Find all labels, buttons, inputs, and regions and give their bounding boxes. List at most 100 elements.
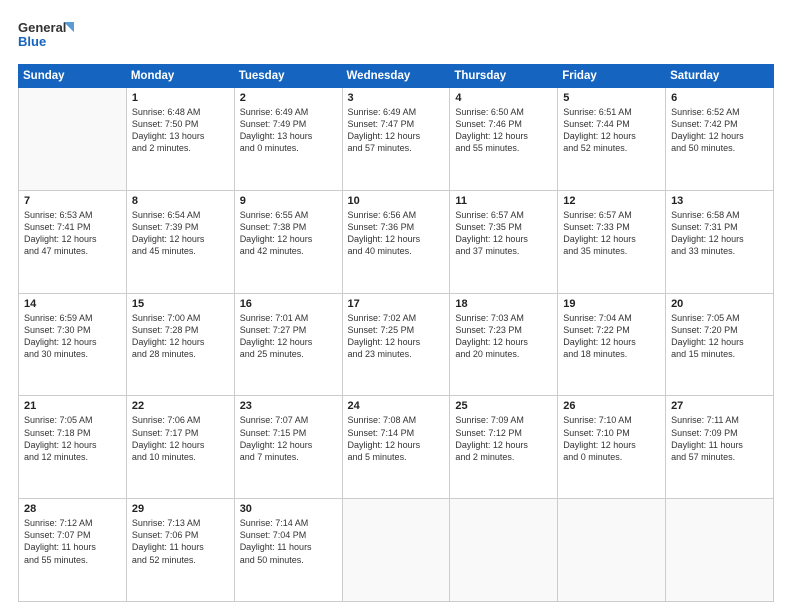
day-number: 8 bbox=[132, 195, 229, 207]
day-number: 4 bbox=[455, 92, 552, 104]
day-info: Sunrise: 7:02 AM Sunset: 7:25 PM Dayligh… bbox=[348, 312, 445, 361]
day-number: 13 bbox=[671, 195, 768, 207]
day-number: 5 bbox=[563, 92, 660, 104]
weekday-header-sunday: Sunday bbox=[19, 65, 127, 88]
day-number: 16 bbox=[240, 298, 337, 310]
day-info: Sunrise: 6:49 AM Sunset: 7:47 PM Dayligh… bbox=[348, 106, 445, 155]
day-info: Sunrise: 6:50 AM Sunset: 7:46 PM Dayligh… bbox=[455, 106, 552, 155]
calendar-cell: 1Sunrise: 6:48 AM Sunset: 7:50 PM Daylig… bbox=[126, 88, 234, 191]
calendar-cell bbox=[19, 88, 127, 191]
calendar-cell: 13 Sunrise: 6:58 AM Sunset: 7:31 PM Dayli… bbox=[666, 190, 774, 293]
day-info: Sunrise: 6:49 AM Sunset: 7:49 PM Dayligh… bbox=[240, 106, 337, 155]
calendar-cell: 17 Sunrise: 7:02 AM Sunset: 7:25 PM Dayli… bbox=[342, 293, 450, 396]
day-info: Sunrise: 7:07 AM Sunset: 7:15 PM Dayligh… bbox=[240, 414, 337, 463]
calendar-cell: 21Sunrise: 7:05 AM Sunset: 7:18 PM Dayli… bbox=[19, 396, 127, 499]
day-info: Sunrise: 6:54 AM Sunset: 7:39 PM Dayligh… bbox=[132, 209, 229, 258]
day-number: 27 bbox=[671, 400, 768, 412]
day-info: Sunrise: 7:10 AM Sunset: 7:10 PM Dayligh… bbox=[563, 414, 660, 463]
day-number: 19 bbox=[563, 298, 660, 310]
day-info: Sunrise: 6:59 AM Sunset: 7:30 PM Dayligh… bbox=[24, 312, 121, 361]
calendar-cell: 9 Sunrise: 6:55 AM Sunset: 7:38 PM Daylig… bbox=[234, 190, 342, 293]
day-number: 22 bbox=[132, 400, 229, 412]
calendar-page: General Blue SundayMondayTuesdayWednesda… bbox=[0, 0, 792, 612]
weekday-header-wednesday: Wednesday bbox=[342, 65, 450, 88]
calendar-cell: 22 Sunrise: 7:06 AM Sunset: 7:17 PM Dayli… bbox=[126, 396, 234, 499]
day-info: Sunrise: 6:55 AM Sunset: 7:38 PM Dayligh… bbox=[240, 209, 337, 258]
day-info: Sunrise: 6:57 AM Sunset: 7:33 PM Dayligh… bbox=[563, 209, 660, 258]
day-info: Sunrise: 7:08 AM Sunset: 7:14 PM Dayligh… bbox=[348, 414, 445, 463]
calendar-cell: 16 Sunrise: 7:01 AM Sunset: 7:27 PM Dayli… bbox=[234, 293, 342, 396]
calendar-cell: 14 Sunrise: 6:59 AM Sunset: 7:30 PM Dayli… bbox=[19, 293, 127, 396]
weekday-header-thursday: Thursday bbox=[450, 65, 558, 88]
calendar-cell: 15 Sunrise: 7:00 AM Sunset: 7:28 PM Dayli… bbox=[126, 293, 234, 396]
calendar-cell: 20 Sunrise: 7:05 AM Sunset: 7:20 PM Dayli… bbox=[666, 293, 774, 396]
day-info: Sunrise: 6:53 AM Sunset: 7:41 PM Dayligh… bbox=[24, 209, 121, 258]
day-number: 3 bbox=[348, 92, 445, 104]
day-info: Sunrise: 7:05 AM Sunset: 7:20 PM Dayligh… bbox=[671, 312, 768, 361]
calendar-cell: 12 Sunrise: 6:57 AM Sunset: 7:33 PM Dayli… bbox=[558, 190, 666, 293]
page-header: General Blue bbox=[18, 18, 774, 54]
weekday-header-monday: Monday bbox=[126, 65, 234, 88]
day-number: 6 bbox=[671, 92, 768, 104]
day-info: Sunrise: 6:52 AM Sunset: 7:42 PM Dayligh… bbox=[671, 106, 768, 155]
day-number: 30 bbox=[240, 503, 337, 515]
svg-text:Blue: Blue bbox=[18, 34, 46, 49]
day-info: Sunrise: 7:04 AM Sunset: 7:22 PM Dayligh… bbox=[563, 312, 660, 361]
calendar-cell: 28Sunrise: 7:12 AM Sunset: 7:07 PM Dayli… bbox=[19, 499, 127, 602]
calendar-cell: 4 Sunrise: 6:50 AM Sunset: 7:46 PM Daylig… bbox=[450, 88, 558, 191]
day-info: Sunrise: 7:06 AM Sunset: 7:17 PM Dayligh… bbox=[132, 414, 229, 463]
calendar-cell bbox=[450, 499, 558, 602]
day-number: 18 bbox=[455, 298, 552, 310]
day-info: Sunrise: 7:11 AM Sunset: 7:09 PM Dayligh… bbox=[671, 414, 768, 463]
day-number: 23 bbox=[240, 400, 337, 412]
weekday-header-saturday: Saturday bbox=[666, 65, 774, 88]
calendar-cell bbox=[666, 499, 774, 602]
day-number: 7 bbox=[24, 195, 121, 207]
day-number: 14 bbox=[24, 298, 121, 310]
day-info: Sunrise: 7:01 AM Sunset: 7:27 PM Dayligh… bbox=[240, 312, 337, 361]
calendar-cell: 7 Sunrise: 6:53 AM Sunset: 7:41 PM Daylig… bbox=[19, 190, 127, 293]
calendar-cell: 3 Sunrise: 6:49 AM Sunset: 7:47 PM Daylig… bbox=[342, 88, 450, 191]
calendar-cell: 25 Sunrise: 7:09 AM Sunset: 7:12 PM Dayli… bbox=[450, 396, 558, 499]
day-number: 2 bbox=[240, 92, 337, 104]
svg-text:General: General bbox=[18, 20, 66, 35]
calendar-cell: 6 Sunrise: 6:52 AM Sunset: 7:42 PM Daylig… bbox=[666, 88, 774, 191]
day-number: 29 bbox=[132, 503, 229, 515]
logo-svg: General Blue bbox=[18, 18, 78, 54]
weekday-header-tuesday: Tuesday bbox=[234, 65, 342, 88]
calendar-cell: 2 Sunrise: 6:49 AM Sunset: 7:49 PM Daylig… bbox=[234, 88, 342, 191]
calendar-cell: 19 Sunrise: 7:04 AM Sunset: 7:22 PM Dayli… bbox=[558, 293, 666, 396]
calendar-cell: 8 Sunrise: 6:54 AM Sunset: 7:39 PM Daylig… bbox=[126, 190, 234, 293]
calendar-cell: 26Sunrise: 7:10 AM Sunset: 7:10 PM Dayli… bbox=[558, 396, 666, 499]
day-number: 20 bbox=[671, 298, 768, 310]
day-number: 28 bbox=[24, 503, 121, 515]
day-info: Sunrise: 7:03 AM Sunset: 7:23 PM Dayligh… bbox=[455, 312, 552, 361]
calendar-cell: 10 Sunrise: 6:56 AM Sunset: 7:36 PM Dayli… bbox=[342, 190, 450, 293]
calendar-cell: 5Sunrise: 6:51 AM Sunset: 7:44 PM Daylig… bbox=[558, 88, 666, 191]
day-number: 10 bbox=[348, 195, 445, 207]
day-info: Sunrise: 6:48 AM Sunset: 7:50 PM Dayligh… bbox=[132, 106, 229, 155]
day-info: Sunrise: 7:00 AM Sunset: 7:28 PM Dayligh… bbox=[132, 312, 229, 361]
day-number: 24 bbox=[348, 400, 445, 412]
week-row-5: 28Sunrise: 7:12 AM Sunset: 7:07 PM Dayli… bbox=[19, 499, 774, 602]
day-number: 12 bbox=[563, 195, 660, 207]
day-info: Sunrise: 7:14 AM Sunset: 7:04 PM Dayligh… bbox=[240, 517, 337, 566]
day-info: Sunrise: 6:58 AM Sunset: 7:31 PM Dayligh… bbox=[671, 209, 768, 258]
day-info: Sunrise: 7:13 AM Sunset: 7:06 PM Dayligh… bbox=[132, 517, 229, 566]
calendar-cell: 18 Sunrise: 7:03 AM Sunset: 7:23 PM Dayli… bbox=[450, 293, 558, 396]
day-number: 15 bbox=[132, 298, 229, 310]
day-number: 11 bbox=[455, 195, 552, 207]
day-info: Sunrise: 6:57 AM Sunset: 7:35 PM Dayligh… bbox=[455, 209, 552, 258]
calendar-cell: 30 Sunrise: 7:14 AM Sunset: 7:04 PM Dayli… bbox=[234, 499, 342, 602]
week-row-4: 21Sunrise: 7:05 AM Sunset: 7:18 PM Dayli… bbox=[19, 396, 774, 499]
weekday-header-friday: Friday bbox=[558, 65, 666, 88]
week-row-1: 1Sunrise: 6:48 AM Sunset: 7:50 PM Daylig… bbox=[19, 88, 774, 191]
day-number: 17 bbox=[348, 298, 445, 310]
day-info: Sunrise: 7:09 AM Sunset: 7:12 PM Dayligh… bbox=[455, 414, 552, 463]
day-number: 25 bbox=[455, 400, 552, 412]
day-info: Sunrise: 6:56 AM Sunset: 7:36 PM Dayligh… bbox=[348, 209, 445, 258]
calendar-cell: 24 Sunrise: 7:08 AM Sunset: 7:14 PM Dayli… bbox=[342, 396, 450, 499]
week-row-2: 7 Sunrise: 6:53 AM Sunset: 7:41 PM Daylig… bbox=[19, 190, 774, 293]
calendar-table: SundayMondayTuesdayWednesdayThursdayFrid… bbox=[18, 64, 774, 602]
day-number: 9 bbox=[240, 195, 337, 207]
